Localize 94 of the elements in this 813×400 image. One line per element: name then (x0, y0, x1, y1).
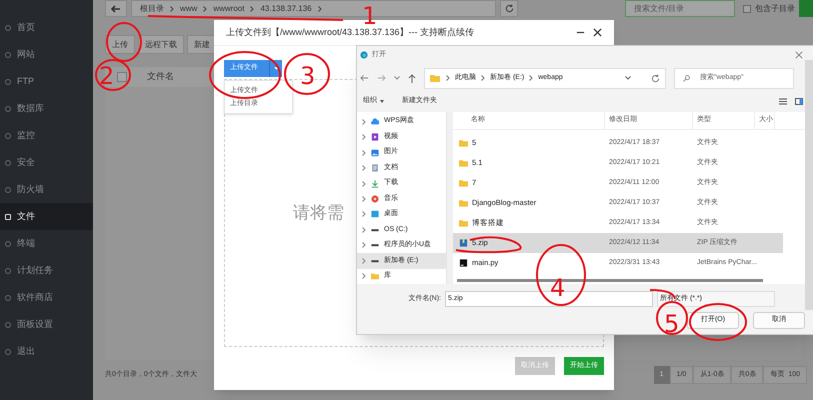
menu-icon (5, 132, 11, 138)
toolbar-button[interactable]: 上传 (105, 35, 135, 54)
chevron-right-icon (481, 75, 485, 81)
folder-icon (371, 272, 379, 280)
chevron-right-icon (362, 273, 366, 280)
sidebar-item[interactable]: 终端 (0, 230, 93, 257)
breadcrumb-link[interactable]: 43.138.37.136 (260, 2, 312, 14)
chevron-right-icon (446, 75, 450, 81)
chevron-right-icon (318, 6, 322, 12)
chevron-right-icon (250, 6, 254, 12)
checkbox-label: 包含子目录 (755, 2, 795, 14)
breadcrumb-link[interactable]: www (180, 2, 198, 14)
back-arrow-icon[interactable] (360, 74, 369, 82)
music-icon (371, 194, 379, 203)
up-arrow-icon[interactable] (408, 74, 416, 82)
chevron-right-icon (362, 118, 366, 125)
chevron-right-icon (529, 75, 534, 81)
image-icon (371, 148, 379, 157)
sidebar-item[interactable]: 退出 (0, 338, 93, 365)
chevron-right-icon (362, 134, 366, 140)
breadcrumb-link[interactable]: 根目录 (140, 2, 164, 14)
sidebar-item[interactable]: 首页 (0, 14, 93, 41)
download-icon (371, 180, 379, 188)
toolbar-button[interactable]: 新建 (187, 35, 217, 54)
annotation-mark (95, 22, 142, 91)
sidebar-item[interactable]: 网站 (0, 41, 93, 68)
folder-icon (459, 199, 468, 207)
close-icon[interactable] (593, 28, 602, 37)
menu-icon (5, 78, 11, 84)
dialog-title: 上传文件到【/www/wwwroot/43.138.37.136】--- 支持断点续传 (226, 26, 474, 39)
sidebar-item[interactable]: 计划任务 (0, 257, 93, 284)
column-header: 文件名 (147, 70, 174, 84)
refresh-icon (504, 4, 514, 13)
menu-icon (5, 322, 11, 328)
drop-hint: 请将需 (293, 202, 344, 224)
annotation-number: 2 (99, 62, 114, 90)
menu-icon (5, 186, 11, 192)
caret-icon (274, 67, 278, 70)
chevron-right-icon (362, 258, 366, 264)
chevron-right-icon (362, 165, 366, 172)
back-button[interactable] (105, 0, 127, 17)
chevron-right-icon (170, 6, 174, 12)
sidebar-item[interactable]: 安全 (0, 149, 93, 176)
sidebar-item[interactable]: 监控 (0, 122, 93, 149)
back-arrow-icon (111, 4, 121, 12)
menu-icon (5, 52, 11, 58)
document-icon (371, 164, 379, 172)
breadcrumb-link[interactable]: wwwroot (213, 2, 244, 14)
menu-icon (5, 240, 11, 246)
menu-icon (5, 160, 11, 166)
sidebar-item[interactable]: 防火墙 (0, 176, 93, 203)
toolbar-button[interactable]: 远程下载 (138, 35, 184, 54)
preview-pane-icon[interactable] (795, 98, 803, 105)
menu-icon (5, 348, 11, 354)
folder-icon (459, 179, 468, 187)
menu-icon (5, 294, 11, 300)
sidebar-item[interactable]: 文件 (0, 203, 93, 230)
folder-icon (459, 219, 468, 227)
sidebar-item[interactable]: FTP (0, 68, 93, 95)
select-all-checkbox[interactable] (117, 72, 127, 82)
browser-logo-icon (360, 51, 368, 59)
chevron-right-icon (362, 242, 366, 248)
list-view-icon[interactable] (779, 98, 787, 105)
menu-icon (5, 24, 11, 30)
folder-icon (430, 74, 440, 82)
menu-icon (5, 106, 11, 112)
refresh-icon[interactable] (651, 74, 660, 82)
folder-icon (459, 159, 468, 167)
archive-icon (459, 239, 468, 247)
folder-icon (459, 139, 468, 147)
checkbox[interactable] (743, 4, 751, 12)
menu-icon (5, 214, 11, 220)
annotation-number: 5 (664, 310, 680, 338)
chevron-down-icon[interactable] (625, 76, 631, 80)
refresh-button[interactable] (500, 0, 518, 17)
sidebar-item[interactable]: 数据库 (0, 95, 93, 122)
chevron-right-icon (362, 180, 366, 187)
cloud-icon (371, 118, 379, 126)
desktop-icon (371, 210, 379, 218)
chevron-right-icon (203, 6, 208, 12)
caret-icon (380, 100, 384, 103)
video-icon (371, 133, 379, 142)
chevron-right-icon (362, 226, 366, 233)
chevron-right-icon (362, 211, 366, 218)
sidebar-item[interactable]: 面板设置 (0, 311, 93, 338)
search-icon (683, 74, 690, 82)
forward-arrow-icon[interactable] (377, 74, 386, 82)
annotation-number: 3 (300, 62, 316, 90)
menu-icon (5, 268, 11, 274)
chevron-right-icon (362, 150, 366, 156)
chevron-down-icon[interactable] (394, 76, 400, 80)
chevron-right-icon (362, 196, 366, 202)
sidebar-item[interactable]: 软件商店 (0, 284, 93, 311)
script-icon (459, 259, 468, 267)
